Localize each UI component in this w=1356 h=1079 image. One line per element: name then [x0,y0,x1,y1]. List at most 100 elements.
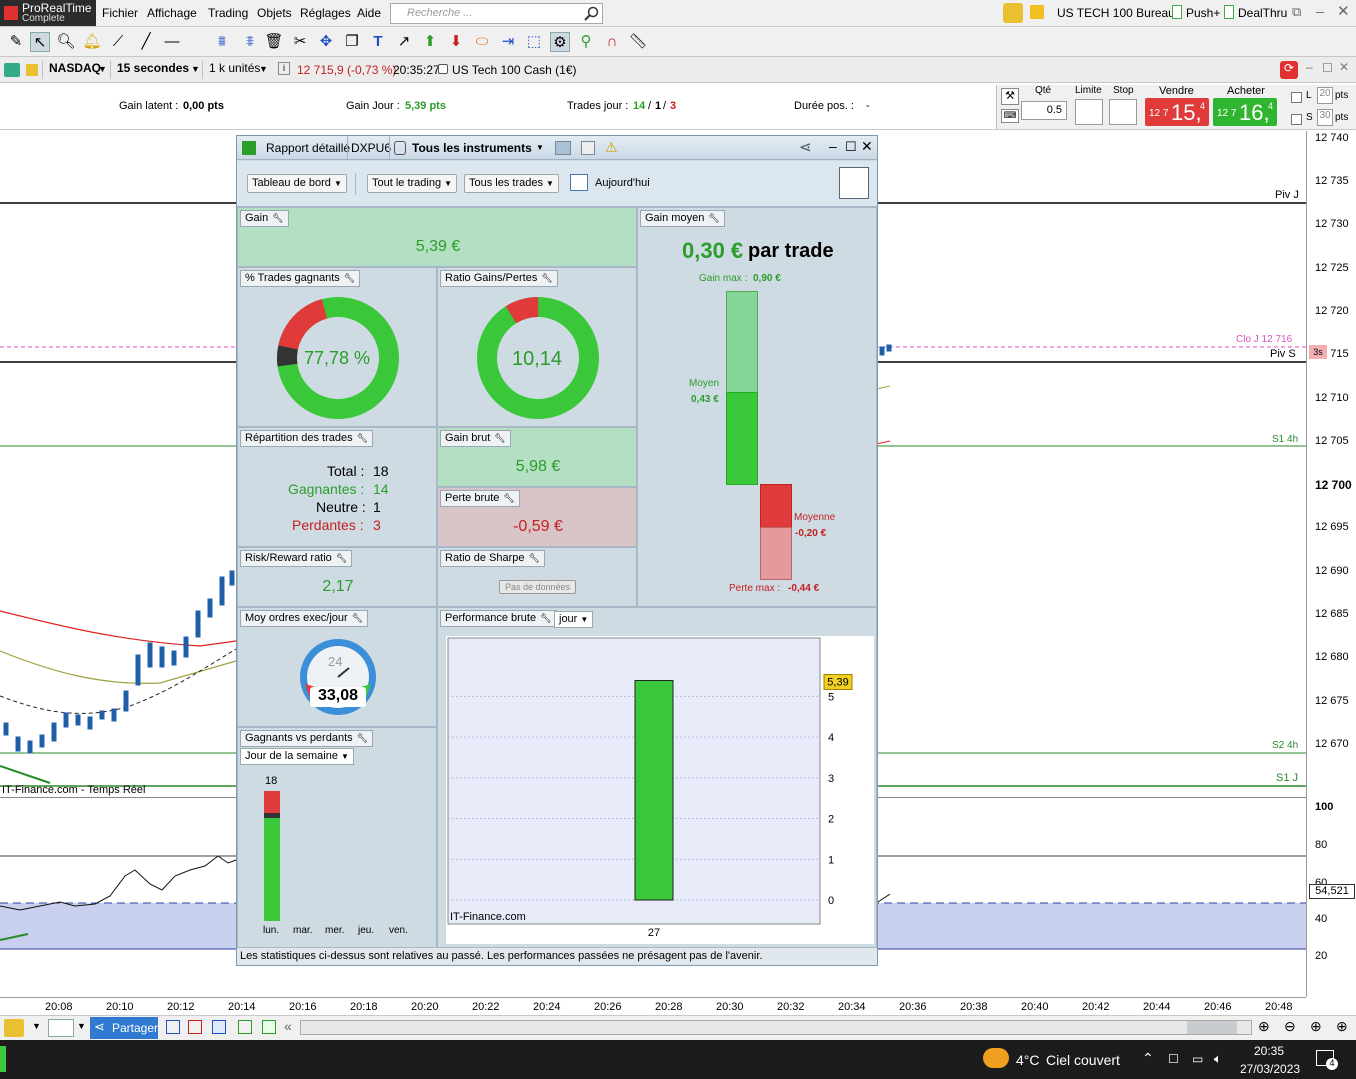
link-color-icon[interactable] [26,64,38,76]
calendar-icon[interactable] [570,174,588,191]
dashboard-select[interactable]: Tableau de bord ▼ [247,174,347,193]
maximize-icon[interactable]: ☐ [845,139,857,155]
period-today[interactable]: Aujourd'hui [595,177,650,189]
stop-checkbox[interactable] [1291,114,1302,125]
menu-aide[interactable]: Aide [357,6,381,20]
wrench-icon[interactable]: ⚒ [1001,88,1019,105]
winners-vs-losers-title[interactable]: Gagnants vs perdants 🔧︎ [240,730,374,747]
price-axis[interactable]: 12 740 12 735 12 730 12 725 12 720 12 71… [1306,131,1356,997]
limit-pts-input[interactable]: 20 [1317,87,1333,104]
performance-title[interactable]: Performance brute 🔧︎ [440,610,557,627]
search-input[interactable]: Recherche ... [390,3,603,24]
limit-checkbox[interactable] [1291,92,1302,103]
text-icon[interactable]: T [368,32,388,52]
period-select[interactable]: jour ▼ [554,611,594,628]
tab-rapport[interactable]: Rapport détaillé [266,141,350,155]
channel-icon[interactable]: ⩨ [240,32,260,52]
link-icon[interactable]: ⟋ [108,32,128,52]
clock-date[interactable]: 27/03/2023 [1240,1062,1300,1076]
search-icon[interactable] [584,6,599,21]
limit-order-button[interactable] [1075,99,1103,125]
fib-icon[interactable]: ⩩ [212,32,232,52]
weather-icon[interactable] [983,1048,1009,1068]
gain-brut-title[interactable]: Gain brut 🔧︎ [440,430,511,447]
restore-icon[interactable]: ⧉ [1292,4,1301,20]
maximize-icon[interactable]: ☐ [1322,61,1333,75]
screen-icon[interactable] [555,141,571,155]
cursor-icon[interactable]: ↖ [30,32,50,52]
settings-icon[interactable]: ⚙ [550,32,570,52]
menu-reglages[interactable]: Réglages [300,6,351,20]
menu-fichier[interactable]: Fichier [102,6,138,20]
dealthru-button[interactable]: DealThru [1238,6,1287,20]
ratio-title[interactable]: Ratio Gains/Pertes 🔧︎ [440,270,558,287]
copy-icon[interactable]: ❐ [342,32,362,52]
no-data-button[interactable]: Pas de données [499,580,577,594]
close-icon[interactable]: ✕ [861,138,873,155]
dashboard-config-icon[interactable] [839,167,869,199]
win-rate-title[interactable]: % Trades gagnants 🔧︎ [240,270,361,287]
zoom-icon[interactable]: 🔍︎ [56,32,76,52]
minimize-icon[interactable]: – [1306,60,1313,74]
clock-time[interactable]: 20:35 [1254,1044,1284,1058]
stats-icon[interactable] [262,1020,276,1034]
trading-select[interactable]: Tout le trading ▼ [367,174,458,193]
keypad-icon[interactable]: ⌨ [1001,109,1019,123]
copy-icon[interactable] [581,141,595,155]
trades-select[interactable]: Tous les trades ▼ [464,174,559,193]
zoom-out-icon[interactable]: ⊖ [1284,1018,1296,1035]
orders-per-day-title[interactable]: Moy ordres exec/jour 🔧︎ [240,610,369,627]
day-of-week-select[interactable]: Jour de la semaine ▼ [240,748,354,765]
volume-icon[interactable]: 🔈︎ [1214,1051,1222,1067]
sync-icon[interactable]: ⟳ [1280,61,1298,79]
chevron-up-icon[interactable]: ⌃ [1142,1050,1154,1067]
buy-arrow-icon[interactable]: ⬆ [420,32,440,52]
menu-trading[interactable]: Trading [208,6,248,20]
flag-icon[interactable] [1030,5,1044,19]
list-icon[interactable] [188,1020,202,1034]
app-indicator[interactable] [0,1046,6,1072]
ellipse-icon[interactable]: ⬭ [472,32,492,52]
line-icon[interactable]: ╱ [136,32,156,52]
double-chevron-left-icon[interactable]: « [284,1018,292,1034]
push-button[interactable]: Push+ [1186,6,1220,20]
period-select[interactable]: 15 secondes [110,61,202,79]
gain-moyen-title[interactable]: Gain moyen 🔧︎ [640,210,725,227]
table-icon[interactable] [212,1020,226,1034]
instruments-select[interactable]: Tous les instruments [412,141,532,155]
risk-reward-title[interactable]: Risk/Reward ratio 🔧︎ [240,550,353,567]
qte-input[interactable]: 0.5 [1021,101,1067,120]
stop-pts-input[interactable]: 30 [1317,109,1333,126]
workspace-name[interactable]: US TECH 100 Bureau [1057,6,1175,20]
distribution-title[interactable]: Répartition des trades 🔧︎ [240,430,374,447]
share-button[interactable]: ⋖ Partager [90,1017,158,1039]
draw-icon[interactable] [1003,3,1023,23]
menu-objets[interactable]: Objets [257,6,292,20]
share-icon[interactable]: ⋖ [799,138,812,156]
close-icon[interactable]: ✕ [1337,2,1350,20]
tab-account[interactable]: DXPU6 [351,141,391,155]
tools-icon[interactable]: ✂ [290,32,310,52]
hline-icon[interactable]: — [162,32,182,52]
move-icon[interactable]: ✥ [316,32,336,52]
zoom-reset-icon[interactable]: ⊕ [1336,1018,1348,1035]
performance-chart[interactable]: 0 1 2 3 4 5 27 5,39 IT-Finance.com [446,636,874,944]
trash-icon[interactable]: 🗑︎ [264,32,284,52]
arrow-icon[interactable]: ↗ [394,32,414,52]
chevron-down-icon[interactable]: ▼ [77,1021,86,1031]
perte-brute-title[interactable]: Perte brute 🔧︎ [440,490,520,507]
pencil-icon[interactable]: ✎ [6,32,26,52]
detailed-report-window[interactable]: Rapport détaillé DXPU6 Tous les instrume… [236,135,878,966]
zone-icon[interactable]: ⬚ [524,32,544,52]
time-axis[interactable]: 20:08 20:10 20:12 20:14 20:16 20:18 20:2… [0,997,1306,1015]
menu-affichage[interactable]: Affichage [147,6,197,20]
zoom-fit-icon[interactable]: ⊕ [1258,1018,1270,1035]
minimize-icon[interactable]: – [1316,3,1324,19]
sharpe-title[interactable]: Ratio de Sharpe 🔧︎ [440,550,545,567]
pipette-icon[interactable]: ⚲ [576,32,596,52]
display-icon[interactable]: ▭ [1192,1052,1203,1066]
draw-icon[interactable] [4,1019,24,1037]
network-icon[interactable]: ☐ [1168,1052,1179,1066]
info-icon[interactable]: i [278,62,290,75]
ruler-icon[interactable]: 📏︎ [628,32,648,52]
